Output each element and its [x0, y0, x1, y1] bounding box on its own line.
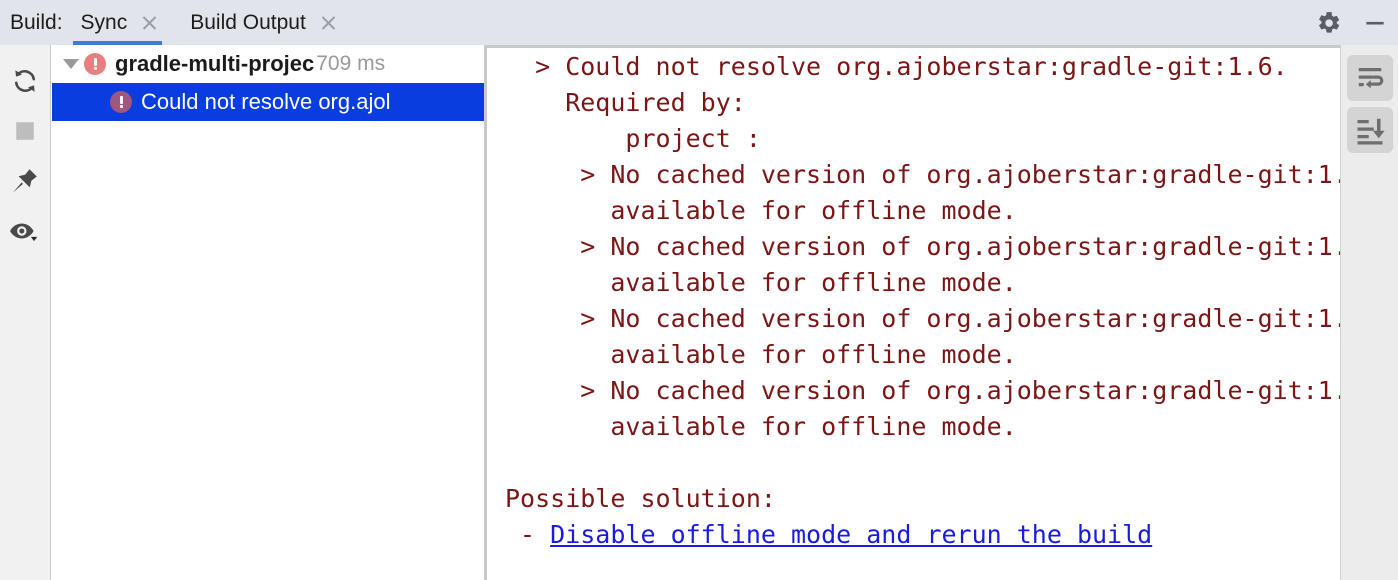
- console-line: available for offline mode.: [505, 268, 1017, 297]
- console-line: Required by:: [505, 88, 746, 117]
- build-left-toolbar: [0, 45, 51, 580]
- gear-icon: [1319, 11, 1340, 33]
- chevron-down-icon[interactable]: [58, 59, 84, 69]
- soft-wrap-icon: [1358, 68, 1383, 89]
- console-line: > No cached version of org.ajoberstar:gr…: [505, 376, 1340, 405]
- tab-build-output[interactable]: Build Output: [172, 0, 351, 45]
- error-icon: [84, 53, 106, 75]
- close-icon[interactable]: [141, 14, 158, 31]
- error-icon: [110, 91, 132, 113]
- console-top-edge: [487, 45, 1340, 48]
- console-line: > Could not resolve org.ajoberstar:gradl…: [505, 52, 1288, 81]
- tab-sync-label: Sync: [80, 10, 128, 34]
- build-tree-panel[interactable]: gradle-multi-projec 709 ms Could not res…: [52, 45, 484, 580]
- close-icon[interactable]: [320, 14, 337, 31]
- tree-row-child[interactable]: Could not resolve org.ajol: [52, 83, 484, 121]
- build-tool-window: Build: Sync Build Output gradle-multi-pr…: [0, 0, 1398, 580]
- console-line: project :: [505, 124, 761, 153]
- console-line: available for offline mode.: [505, 340, 1017, 369]
- scroll-to-end-button[interactable]: [1346, 107, 1393, 153]
- settings-button[interactable]: [1306, 0, 1352, 45]
- stop-square-icon: [16, 122, 34, 140]
- console-right-toolbar: [1340, 45, 1398, 580]
- disable-offline-mode-link[interactable]: Disable offline mode and rerun the build: [550, 520, 1152, 549]
- console-line-solution: - Disable offline mode and rerun the bui…: [487, 517, 1340, 553]
- tree-root-duration: 709 ms: [316, 52, 386, 75]
- soft-wrap-button[interactable]: [1346, 55, 1393, 101]
- tree-root-label: gradle-multi-projec: [115, 51, 315, 76]
- minimize-icon: [1366, 21, 1384, 25]
- scroll-to-end-icon: [1357, 118, 1385, 145]
- tab-build-output-label: Build Output: [190, 10, 306, 34]
- rerun-button[interactable]: [3, 56, 47, 106]
- tree-child-label: Could not resolve org.ajol: [141, 89, 391, 114]
- tab-sync[interactable]: Sync: [63, 0, 173, 45]
- console-line: > No cached version of org.ajoberstar:gr…: [505, 160, 1340, 189]
- console-line: available for offline mode.: [505, 196, 1017, 225]
- minimize-button[interactable]: [1352, 0, 1398, 45]
- show-options-button[interactable]: [3, 206, 47, 256]
- console-line: > No cached version of org.ajoberstar:gr…: [505, 304, 1340, 333]
- console-line: available for offline mode.: [505, 412, 1017, 441]
- tree-row-root[interactable]: gradle-multi-projec 709 ms: [52, 45, 484, 83]
- build-label: Build:: [10, 10, 63, 34]
- console-line-prefix: -: [505, 520, 551, 549]
- pin-icon: [12, 169, 37, 193]
- stop-button[interactable]: [3, 106, 47, 156]
- refresh-icon: [14, 70, 36, 92]
- eye-icon: [10, 223, 38, 242]
- console-line: Possible solution:: [505, 484, 776, 513]
- build-tab-bar: Build: Sync Build Output: [0, 0, 1398, 45]
- build-console-output[interactable]: > Could not resolve org.ajoberstar:gradl…: [487, 45, 1340, 580]
- console-line: > No cached version of org.ajoberstar:gr…: [505, 232, 1340, 261]
- pin-button[interactable]: [3, 156, 47, 206]
